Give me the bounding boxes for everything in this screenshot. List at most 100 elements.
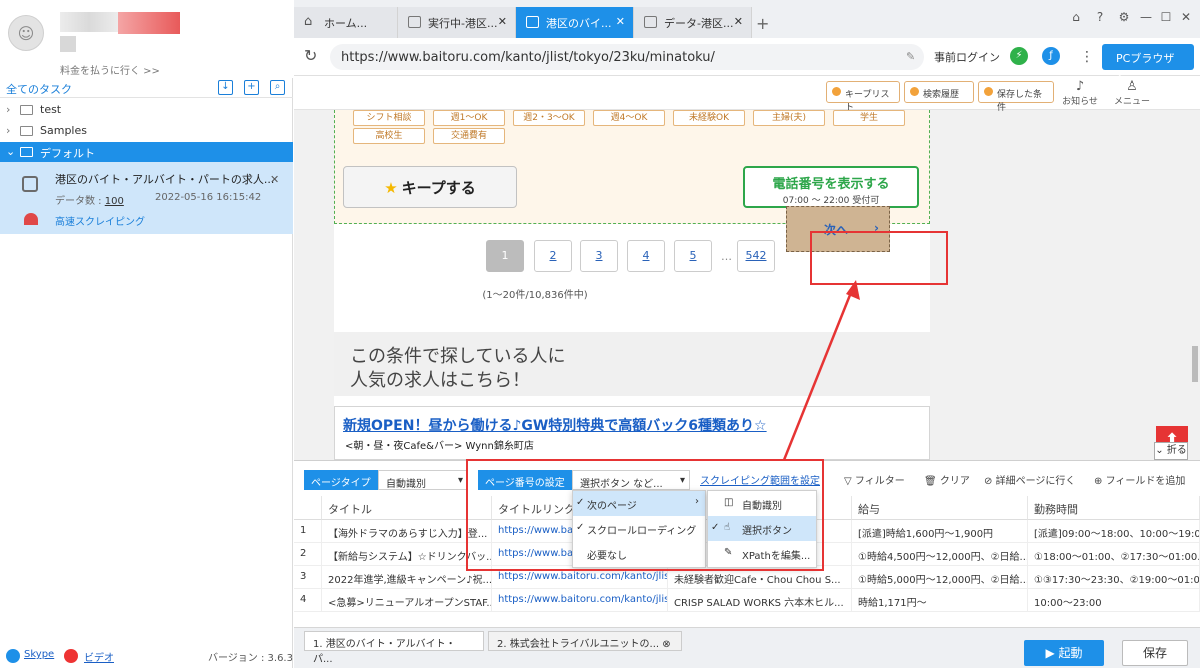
detail-page-button[interactable]: ⊘ 詳細ページに行く: [984, 472, 1075, 487]
row-number: 3: [294, 566, 322, 589]
task-header: 全てのタスク ↓ + ⌕: [0, 78, 293, 98]
tab-minato[interactable]: 港区のバイ... ✕: [516, 7, 634, 38]
task-card[interactable]: 港区のバイト・アルバイト・パートの求人... ✕ データ数 : 100 2022…: [0, 162, 293, 234]
folder-icon: [20, 105, 33, 115]
scrollbar-thumb[interactable]: [1192, 346, 1198, 382]
gear-icon[interactable]: ⚙: [1116, 10, 1132, 26]
tag: 週2・3〜OK: [513, 110, 585, 126]
show-phone-button[interactable]: 電話番号を表示する 07:00 〜 22:00 受付可: [743, 166, 919, 208]
home-icon: ⌂: [304, 14, 313, 29]
table-cell[interactable]: <急募>リニューアルオープンSTAF...: [322, 589, 492, 612]
pc-browser-button[interactable]: PCブラウザ ⌄: [1102, 44, 1194, 79]
new-tab-icon[interactable]: +: [756, 14, 769, 33]
tab-data[interactable]: データ-港区... ✕: [634, 7, 752, 38]
more-icon[interactable]: ⋮: [1080, 49, 1094, 65]
trash-icon: 🗑: [924, 476, 937, 487]
folder-icon: [20, 147, 33, 157]
close-icon[interactable]: ✕: [498, 15, 507, 28]
edit-icon[interactable]: ✎: [906, 50, 915, 63]
tab-label: 実行中-港区...: [428, 17, 498, 30]
table-cell[interactable]: 10:00〜23:00: [1028, 589, 1200, 612]
detail-label: 詳細ページに行く: [995, 476, 1076, 487]
data-count-value[interactable]: 100: [105, 196, 124, 207]
filter-button[interactable]: ▽ フィルター: [844, 472, 905, 487]
extension-icon[interactable]: ƒ: [1042, 47, 1060, 65]
import-icon[interactable]: ↓: [218, 80, 233, 95]
start-button[interactable]: ▶ 起動: [1024, 640, 1104, 666]
tab-running[interactable]: 実行中-港区... ✕: [398, 7, 516, 38]
account-panel: ☺ 料金を払うに行く >>: [0, 0, 293, 78]
page-type-select[interactable]: 自動識別 ▾: [378, 470, 468, 490]
tab-home[interactable]: ⌂ ホーム...: [294, 7, 398, 38]
history-button[interactable]: 検索履歴: [904, 81, 974, 103]
fold-button[interactable]: ⌄ 折る: [1154, 442, 1188, 460]
tag-row-1: シフト相談 週1〜OK 週2・3〜OK 週4〜OK 未経験OK 主婦(夫) 学生: [353, 110, 913, 127]
gift-icon[interactable]: ⌂: [1068, 10, 1084, 26]
bottom-bar: 1. 港区のバイト・アルバイト・パ... 2. 株式会社トライバルユニットの..…: [294, 627, 1200, 668]
skype-link[interactable]: Skype: [24, 649, 54, 660]
avatar[interactable]: ☺: [8, 15, 44, 51]
minimize-icon[interactable]: —: [1138, 10, 1154, 26]
table-cell[interactable]: [派遣]時給1,600円〜1,900円: [852, 520, 1028, 543]
close-icon[interactable]: ✕: [734, 15, 743, 28]
table-cell[interactable]: ①③17:30〜23:30、②19:00〜01:0...: [1028, 566, 1200, 589]
clear-button[interactable]: 🗑 クリア: [924, 472, 970, 487]
phone-hours: 07:00 〜 22:00 受付可: [782, 196, 880, 206]
table-cell[interactable]: 時給1,171円〜: [852, 589, 1028, 612]
page-4[interactable]: 4: [627, 240, 665, 272]
account-icon-blurred: [60, 36, 76, 52]
task-date: 2022-05-16 16:15:42: [155, 192, 262, 203]
chevron-right-icon[interactable]: ›: [6, 124, 10, 137]
close-icon[interactable]: ✕: [270, 173, 279, 186]
table-row[interactable]: 4 <急募>リニューアルオープンSTAF... https://www.bait…: [294, 589, 1200, 612]
close-icon[interactable]: ✕: [616, 15, 625, 28]
saved-search-button[interactable]: 保存した条件: [978, 81, 1054, 113]
chevron-down-icon[interactable]: ⌄: [6, 145, 15, 158]
help-icon[interactable]: ?: [1092, 10, 1108, 26]
bolt-icon[interactable]: ⚡: [1010, 47, 1028, 65]
url-field[interactable]: https://www.baitoru.com/kanto/jlist/toky…: [330, 44, 924, 70]
close-window-icon[interactable]: ✕: [1178, 10, 1194, 26]
new-task-icon[interactable]: +: [244, 80, 259, 95]
column-header[interactable]: 給与: [852, 496, 1028, 520]
video-link[interactable]: ビデオ: [84, 649, 114, 664]
maximize-icon[interactable]: ☐: [1158, 10, 1174, 26]
annotation-arrow: [782, 280, 860, 460]
add-field-button[interactable]: ⊕ フィールドを追加: [1094, 472, 1185, 487]
tree-item-test[interactable]: › test: [0, 100, 293, 120]
close-icon[interactable]: ⊗: [662, 639, 670, 650]
page-5[interactable]: 5: [674, 240, 712, 272]
tree-item-samples[interactable]: › Samples: [0, 121, 293, 141]
keep-button[interactable]: ★ キープする: [343, 166, 517, 208]
pre-login-button[interactable]: 事前ログイン: [934, 49, 1000, 65]
filter-icon: ▽: [844, 476, 852, 487]
page-2[interactable]: 2: [534, 240, 572, 272]
table-cell[interactable]: [派遣]09:00〜18:00、10:00〜19:00: [1028, 520, 1200, 543]
page-1[interactable]: 1: [486, 240, 524, 272]
tag: 学生: [833, 110, 905, 126]
bottom-tab-2[interactable]: 2. 株式会社トライバルユニットの... ⊗: [488, 631, 682, 651]
bottom-tab-1[interactable]: 1. 港区のバイト・アルバイト・パ...: [304, 631, 484, 665]
table-cell[interactable]: https://www.baitoru.com/kanto/jlist/...: [492, 589, 668, 612]
tag-row-2: 高校生 交通費有: [353, 128, 913, 145]
tree-item-default[interactable]: ⌄ デフォルト: [0, 142, 293, 162]
column-header[interactable]: 勤務時間: [1028, 496, 1200, 520]
chevron-right-icon[interactable]: ›: [6, 103, 10, 116]
table-cell[interactable]: ①時給4,500円〜12,000円、②日給...: [852, 543, 1028, 566]
save-button[interactable]: 保存: [1122, 640, 1188, 666]
keep-list-button[interactable]: キープリスト: [826, 81, 900, 113]
search-task-icon[interactable]: ⌕: [270, 80, 285, 95]
pc-browser-label: PCブラウザ: [1116, 52, 1175, 65]
table-cell[interactable]: CRISP SALAD WORKS 六本木ヒル...: [668, 589, 852, 612]
pay-link[interactable]: 料金を払うに行く >>: [60, 62, 160, 77]
all-tasks-label[interactable]: 全てのタスク: [6, 81, 72, 97]
task-title[interactable]: 港区のバイト・アルバイト・パートの求人...: [55, 171, 274, 187]
page-last[interactable]: 542: [737, 240, 775, 272]
table-cell[interactable]: ①時給5,000円〜12,000円、②日給...: [852, 566, 1028, 589]
job-title-link[interactable]: 新規OPEN！昼から働ける♪GW特別特典で高額バック6種類あり☆: [343, 415, 767, 435]
table-cell[interactable]: ①18:00〜01:00、②17:30〜01:00...: [1028, 543, 1200, 566]
menu-button[interactable]: ♙ メニュー: [1112, 79, 1152, 107]
notice-button[interactable]: ♪ お知らせ: [1060, 79, 1100, 107]
page-3[interactable]: 3: [580, 240, 618, 272]
reload-icon[interactable]: ↻: [304, 46, 317, 65]
